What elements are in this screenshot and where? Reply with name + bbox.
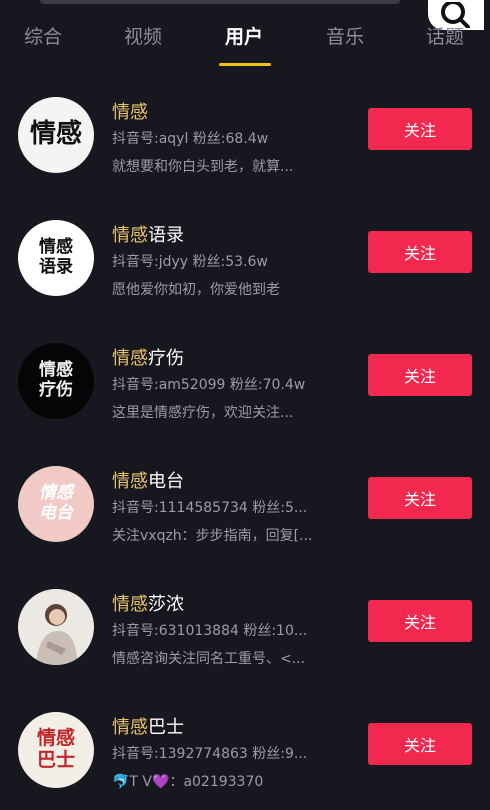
user-id-followers: 抖音号:aqyl 粉丝:68.4w (112, 131, 269, 147)
user-bio: 情感咨询关注同名工重号、<... (112, 651, 306, 667)
user-name[interactable]: 情感电台 (112, 467, 184, 493)
user-id-followers: 抖音号:jdyy 粉丝:53.6w (112, 254, 268, 270)
user-result-row[interactable]: 情感 语录 情感语录 抖音号:jdyy 粉丝:53.6w 愿他爱你如初，你爱他到… (0, 195, 490, 318)
top-input-edge (40, 0, 400, 4)
tab-music[interactable]: 音乐 (326, 22, 364, 49)
user-id-followers: 抖音号:631013884 粉丝:10... (112, 623, 308, 639)
name-rest: 莎浓 (148, 594, 184, 615)
avatar[interactable]: 情感 巴士 (18, 712, 94, 788)
user-name[interactable]: 情感语录 (112, 221, 184, 247)
avatar[interactable]: 情感 电台 (18, 466, 94, 542)
user-result-row[interactable]: 情感 疗伤 情感疗伤 抖音号:am52099 粉丝:70.4w 这里是情感疗伤，… (0, 318, 490, 441)
avatar-calligraphy: 情感 语录 (39, 237, 73, 277)
user-id-followers: 抖音号:1114585734 粉丝:5... (112, 500, 308, 516)
avatar-calligraphy: 情感 巴士 (36, 727, 75, 771)
avatar-calligraphy: 情感 (29, 119, 82, 150)
avatar[interactable]: 情感 (18, 97, 94, 173)
user-id-followers: 抖音号:1392774863 粉丝:9... (112, 746, 308, 762)
tab-topic[interactable]: 话题 (426, 22, 464, 49)
user-bio: 愿他爱你如初，你爱他到老 (112, 282, 280, 298)
avatar[interactable]: 情感 疗伤 (18, 343, 94, 419)
user-result-row[interactable]: 情感 情感 抖音号:aqyl 粉丝:68.4w 就想要和你白头到老，就算... … (0, 72, 490, 195)
avatar-calligraphy: 情感 电台 (39, 483, 73, 523)
avatar-calligraphy: 情感 疗伤 (39, 360, 73, 400)
tab-users[interactable]: 用户 (225, 22, 263, 49)
name-rest: 语录 (148, 225, 184, 246)
follow-button[interactable]: 关注 (368, 231, 472, 273)
user-name[interactable]: 情感疗伤 (112, 344, 184, 370)
user-result-row[interactable]: 情感 电台 情感电台 抖音号:1114585734 粉丝:5... 关注vxqz… (0, 441, 490, 564)
avatar[interactable] (18, 589, 94, 665)
tab-active-indicator (219, 63, 271, 66)
tab-video[interactable]: 视频 (124, 22, 162, 49)
name-rest: 疗伤 (148, 348, 184, 369)
name-keyword-highlight: 情感 (112, 225, 148, 246)
name-keyword-highlight: 情感 (112, 717, 148, 738)
tab-general[interactable]: 综合 (24, 22, 62, 49)
user-name[interactable]: 情感 (112, 98, 148, 124)
user-id-followers: 抖音号:am52099 粉丝:70.4w (112, 377, 306, 393)
user-result-row[interactable]: 情感莎浓 抖音号:631013884 粉丝:10... 情感咨询关注同名工重号、… (0, 564, 490, 687)
avatar[interactable]: 情感 语录 (18, 220, 94, 296)
user-bio: 🐬T V💜：a02193370 (112, 774, 264, 790)
follow-button[interactable]: 关注 (368, 600, 472, 642)
follow-button[interactable]: 关注 (368, 108, 472, 150)
user-bio: 就想要和你白头到老，就算... (112, 159, 294, 175)
follow-button[interactable]: 关注 (368, 723, 472, 765)
follow-button[interactable]: 关注 (368, 477, 472, 519)
name-rest: 巴士 (148, 717, 184, 738)
name-keyword-highlight: 情感 (112, 594, 148, 615)
search-tabs: 综合 视频 用户 音乐 话题 (0, 22, 490, 62)
user-bio: 关注vxqzh：步步指南，回复[... (112, 528, 313, 544)
name-rest: 电台 (148, 471, 184, 492)
name-keyword-highlight: 情感 (112, 102, 148, 123)
user-name[interactable]: 情感巴士 (112, 713, 184, 739)
user-bio: 这里是情感疗伤，欢迎关注... (112, 405, 294, 421)
top-bar: 综合 视频 用户 音乐 话题 (0, 0, 490, 72)
follow-button[interactable]: 关注 (368, 354, 472, 396)
person-photo-icon (36, 604, 78, 665)
user-name[interactable]: 情感莎浓 (112, 590, 184, 616)
name-keyword-highlight: 情感 (112, 471, 148, 492)
name-keyword-highlight: 情感 (112, 348, 148, 369)
